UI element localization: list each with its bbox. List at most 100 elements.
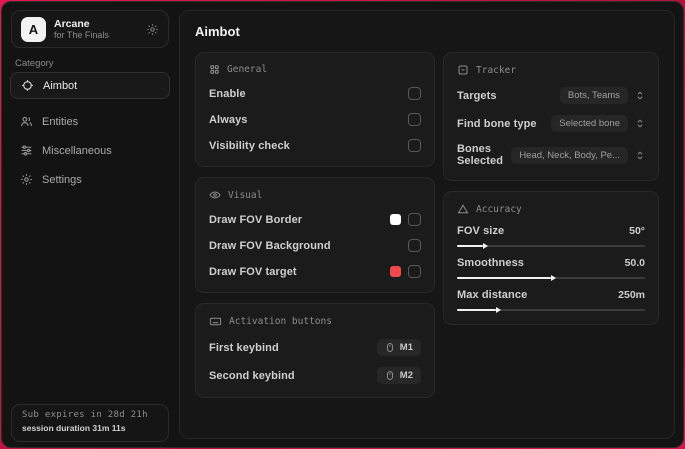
setting-row-max-distance: Max distance 250m — [457, 289, 645, 311]
keyboard-icon — [209, 315, 222, 328]
setting-label: Visibility check — [209, 139, 290, 152]
find-bone-type-select[interactable]: Selected bone — [551, 115, 628, 132]
sliders-icon — [20, 144, 33, 157]
main-panel: Aimbot General Enable Always Visibility … — [179, 10, 675, 439]
mouse-icon — [385, 370, 395, 381]
sidebar: A Arcane for The Finals Category Aimbot … — [2, 2, 178, 447]
color-swatch[interactable] — [390, 266, 401, 277]
setting-row-fov-background: Draw FOV Background — [209, 238, 421, 253]
card-title: Activation buttons — [229, 316, 332, 327]
bones-selected-select[interactable]: Head, Neck, Body, Pe... — [511, 146, 628, 164]
fov-background-checkbox[interactable] — [408, 239, 421, 252]
setting-label: FOV size — [457, 225, 505, 237]
smoothness-slider[interactable] — [457, 277, 645, 279]
sidebar-item-label: Settings — [42, 173, 82, 186]
mouse-icon — [385, 342, 395, 353]
sidebar-item-settings[interactable]: Settings — [10, 166, 170, 193]
sidebar-item-label: Entities — [42, 115, 79, 128]
gear-icon[interactable] — [146, 23, 159, 36]
slider-fill — [457, 309, 497, 311]
card-title: General — [227, 64, 268, 75]
targets-select[interactable]: Bots, Teams — [559, 87, 628, 104]
app-logo: A — [21, 16, 46, 42]
card-title: Tracker — [476, 64, 517, 76]
setting-row-fov-border: Draw FOV Border — [209, 212, 421, 227]
card-title: Accuracy — [476, 203, 522, 215]
setting-label: Smoothness — [457, 257, 525, 269]
brand-title: Arcane — [54, 17, 90, 30]
second-keybind-button[interactable]: M2 — [376, 367, 421, 384]
setting-label: Second keybind — [209, 369, 295, 382]
visibility-check-checkbox[interactable] — [408, 139, 421, 152]
triangle-icon — [457, 203, 469, 215]
sidebar-item-entities[interactable]: Entities — [10, 108, 170, 135]
setting-row-fov-size: FOV size 50° — [457, 225, 645, 247]
sub-expiry-text: Sub expires in 28d 21h — [22, 410, 148, 420]
fov-border-checkbox[interactable] — [408, 213, 421, 226]
category-label: Category — [15, 58, 54, 69]
keybind-value: M1 — [399, 342, 413, 353]
setting-row-smoothness: Smoothness 50.0 — [457, 257, 645, 279]
general-card: General Enable Always Visibility check — [195, 52, 435, 167]
eye-icon — [209, 189, 221, 201]
setting-label: Enable — [209, 87, 246, 100]
slider-fill — [457, 245, 484, 247]
users-icon — [20, 115, 33, 128]
scan-icon — [457, 64, 469, 76]
slider-fill — [457, 277, 551, 279]
fov-size-slider[interactable] — [457, 245, 645, 247]
sidebar-item-miscellaneous[interactable]: Miscellaneous — [10, 137, 170, 164]
card-title: Visual — [228, 189, 263, 201]
setting-label: Draw FOV Border — [209, 213, 303, 226]
app-window: A Arcane for The Finals Category Aimbot … — [1, 1, 684, 448]
setting-label: Draw FOV target — [209, 265, 297, 278]
grid-icon — [209, 64, 220, 75]
sidebar-item-label: Miscellaneous — [42, 144, 112, 157]
color-swatch[interactable] — [390, 214, 401, 225]
page-title: Aimbot — [195, 24, 240, 39]
fov-target-checkbox[interactable] — [408, 265, 421, 278]
subscription-status-card: Sub expires in 28d 21h session duration … — [11, 404, 169, 442]
setting-row-enable: Enable — [209, 86, 421, 101]
session-duration-text: session duration 31m 11s — [22, 423, 126, 433]
setting-label: Always — [209, 113, 248, 126]
gear-icon — [20, 173, 33, 186]
setting-label: Targets — [457, 89, 497, 102]
tracker-card: Tracker Targets Bots, Teams Find bone ty… — [443, 52, 659, 181]
max-distance-slider[interactable] — [457, 309, 645, 311]
left-column: General Enable Always Visibility check V… — [195, 52, 435, 398]
setting-label: Draw FOV Background — [209, 239, 331, 252]
setting-row-targets: Targets Bots, Teams — [457, 87, 645, 104]
setting-label: First keybind — [209, 341, 279, 354]
first-keybind-button[interactable]: M1 — [376, 339, 421, 356]
brand-card: A Arcane for The Finals — [11, 10, 169, 48]
brand-subtitle: for The Finals — [54, 29, 109, 40]
setting-row-second-keybind: Second keybind M2 — [209, 367, 421, 384]
setting-label: Bones Selected — [457, 143, 504, 167]
activation-buttons-card: Activation buttons First keybind M1 Seco… — [195, 303, 435, 398]
enable-checkbox[interactable] — [408, 87, 421, 100]
unfold-icon — [635, 150, 645, 161]
setting-row-always: Always — [209, 112, 421, 127]
always-checkbox[interactable] — [408, 113, 421, 126]
setting-row-fov-target: Draw FOV target — [209, 264, 421, 279]
setting-row-bones-selected: Bones Selected Head, Neck, Body, Pe... — [457, 143, 645, 167]
setting-row-first-keybind: First keybind M1 — [209, 339, 421, 356]
fov-size-value: 50° — [629, 225, 645, 237]
setting-row-find-bone-type: Find bone type Selected bone — [457, 115, 645, 132]
max-distance-value: 250m — [618, 289, 645, 301]
unfold-icon — [635, 118, 645, 129]
brand-text: Arcane for The Finals — [54, 18, 138, 40]
keybind-value: M2 — [399, 370, 413, 381]
sidebar-nav: Aimbot Entities Miscellaneous Settings — [10, 72, 170, 195]
accuracy-card: Accuracy FOV size 50° Smoothness 50.0 Ma… — [443, 191, 659, 325]
smoothness-value: 50.0 — [624, 257, 645, 269]
setting-row-visibility-check: Visibility check — [209, 138, 421, 153]
unfold-icon — [635, 90, 645, 101]
setting-label: Find bone type — [457, 117, 537, 130]
sidebar-item-aimbot[interactable]: Aimbot — [10, 72, 170, 99]
setting-label: Max distance — [457, 289, 528, 301]
visual-card: Visual Draw FOV Border Draw FOV Backgrou… — [195, 177, 435, 293]
crosshair-icon — [21, 79, 34, 92]
right-column: Tracker Targets Bots, Teams Find bone ty… — [443, 52, 659, 325]
